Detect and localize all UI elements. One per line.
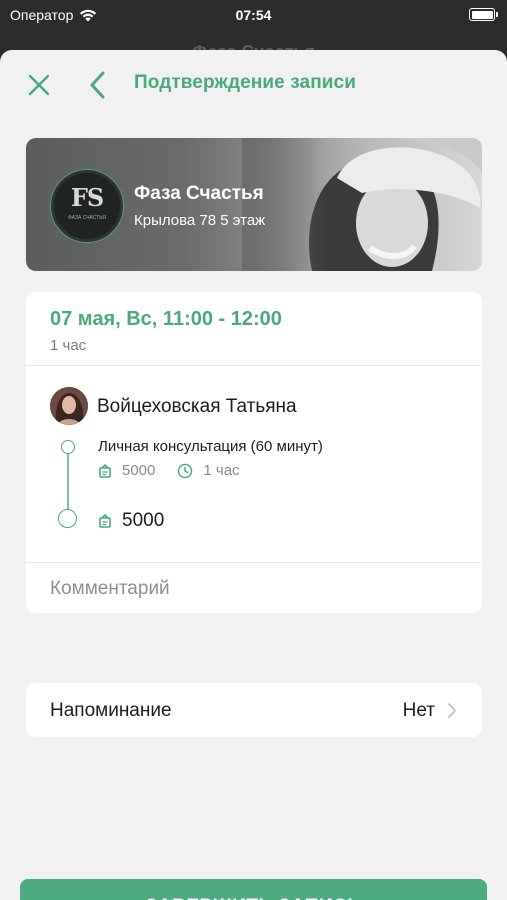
price-tag-icon [99,463,111,478]
status-bar: Оператор 07:54 [0,0,507,30]
reminder-value: Нет [402,700,435,721]
battery-icon [469,8,498,21]
service-price: 5000 [122,462,156,479]
studio-name: Фаза Счастья [134,183,264,204]
chevron-left-icon[interactable] [84,68,112,102]
studio-address: Крылова 78 5 этаж [134,212,266,229]
timeline-connector [67,449,69,513]
close-icon[interactable] [22,68,56,102]
divider [26,562,482,563]
studio-banner[interactable]: FS ФАЗА СЧАСТЬЯ Фаза Счастья Крылова 78 … [26,138,482,271]
booking-total: 5000 [98,510,164,532]
chevron-right-icon [448,703,456,718]
specialist-name: Войцеховская Татьяна [97,396,297,417]
timeline-node-total [58,509,77,528]
complete-booking-button[interactable]: ЗАВЕРШИТЬ ЗАПИСЬ [20,879,487,900]
logo-caption: ФАЗА СЧАСТЬЯ [68,215,106,221]
logo-monogram: FS [70,183,104,212]
clock-icon [178,463,193,478]
booking-duration: 1 час [50,337,87,354]
timeline-node [61,440,75,454]
service-meta: 5000 1 час [98,462,240,479]
status-time: 07:54 [235,7,272,23]
service-duration: 1 час [203,462,240,479]
price-tag-icon [99,513,111,528]
reminder-row[interactable]: Напоминание Нет [26,683,482,737]
divider [26,365,482,366]
studio-logo: FS ФАЗА СЧАСТЬЯ [51,170,123,242]
service-name: Личная консультация (60 минут) [98,438,323,455]
booking-confirmation-sheet: Подтверждение записи FS ФАЗА СЧАСТЬЯ Фаз… [0,50,507,900]
booking-datetime: 07 мая, Вс, 11:00 - 12:00 [50,308,282,330]
total-price: 5000 [122,510,165,531]
studio-cover-photo [242,138,482,271]
page-title: Подтверждение записи [134,72,356,93]
sheet-header: Подтверждение записи [0,50,507,118]
avatar [50,387,88,425]
reminder-label: Напоминание [50,700,172,721]
booking-details-card: 07 мая, Вс, 11:00 - 12:00 1 час Войцехов… [26,292,482,613]
comment-field[interactable]: Комментарий [50,578,170,600]
